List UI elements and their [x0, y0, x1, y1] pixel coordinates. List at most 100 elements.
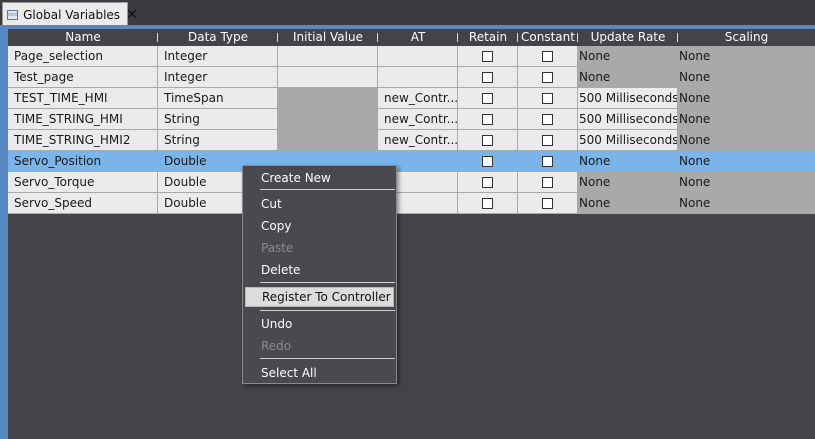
cell-name[interactable]: TIME_STRING_HMI: [8, 109, 158, 130]
retain-checkbox[interactable]: [482, 92, 493, 104]
retain-checkbox[interactable]: [482, 113, 493, 125]
constant-checkbox[interactable]: [542, 50, 553, 62]
cell-scaling[interactable]: None: [678, 46, 815, 67]
cell-data-type[interactable]: Integer: [158, 46, 278, 67]
cell-constant: [518, 193, 578, 214]
cell-data-type[interactable]: Integer: [158, 67, 278, 88]
table-row[interactable]: Servo_Speed Double None None: [8, 193, 815, 214]
column-header-data-type[interactable]: Data Type: [158, 29, 278, 46]
menu-item-redo[interactable]: Redo: [245, 336, 394, 356]
menu-item-create-new[interactable]: Create New: [245, 168, 394, 188]
table-row[interactable]: Servo_Torque Double None None: [8, 172, 815, 193]
menu-item-select-all[interactable]: Select All: [245, 363, 394, 383]
cell-initial-value[interactable]: [278, 46, 378, 67]
cell-at[interactable]: new_Contr...: [378, 88, 458, 109]
close-icon[interactable]: ✕: [126, 8, 138, 22]
table-row[interactable]: Page_selection Integer None None: [8, 46, 815, 67]
html-file-icon: html: [7, 9, 19, 20]
cell-name[interactable]: Servo_Torque: [8, 172, 158, 193]
cell-scaling[interactable]: None: [678, 151, 815, 172]
constant-checkbox[interactable]: [542, 113, 553, 125]
menu-separator: [260, 189, 395, 190]
constant-checkbox[interactable]: [542, 71, 553, 83]
cell-data-type[interactable]: TimeSpan: [158, 88, 278, 109]
column-header-name[interactable]: Name: [8, 29, 158, 46]
column-header-retain[interactable]: Retain: [458, 29, 518, 46]
cell-retain: [458, 88, 518, 109]
cell-name[interactable]: Servo_Speed: [8, 193, 158, 214]
table-row-selected[interactable]: Servo_Position Double None None: [8, 151, 815, 172]
retain-checkbox[interactable]: [482, 71, 493, 83]
cell-constant: [518, 172, 578, 193]
cell-at[interactable]: [378, 46, 458, 67]
retain-checkbox[interactable]: [482, 155, 493, 167]
cell-initial-value[interactable]: [278, 67, 378, 88]
cell-update-rate[interactable]: 500 Milliseconds: [578, 109, 678, 130]
menu-item-undo[interactable]: Undo: [245, 314, 394, 334]
cell-at[interactable]: [378, 67, 458, 88]
cell-retain: [458, 151, 518, 172]
cell-update-rate[interactable]: 500 Milliseconds: [578, 130, 678, 151]
cell-scaling[interactable]: None: [678, 109, 815, 130]
cell-initial-value[interactable]: [278, 130, 378, 151]
cell-name[interactable]: Servo_Position: [8, 151, 158, 172]
cell-constant: [518, 130, 578, 151]
cell-name[interactable]: TIME_STRING_HMI2: [8, 130, 158, 151]
document-tab-bar: html Global Variables ✕: [0, 0, 815, 26]
constant-checkbox[interactable]: [542, 92, 553, 104]
menu-separator: [260, 358, 395, 359]
retain-checkbox[interactable]: [482, 134, 493, 146]
column-header-initial-value[interactable]: Initial Value: [278, 29, 378, 46]
column-header-at[interactable]: AT: [378, 29, 458, 46]
retain-checkbox[interactable]: [482, 176, 493, 188]
table-row[interactable]: TEST_TIME_HMI TimeSpan new_Contr... 500 …: [8, 88, 815, 109]
column-header-scaling[interactable]: Scaling: [678, 29, 815, 46]
menu-item-paste[interactable]: Paste: [245, 238, 394, 258]
column-header-constant[interactable]: Constant: [518, 29, 578, 46]
cell-data-type[interactable]: String: [158, 109, 278, 130]
cell-update-rate[interactable]: None: [578, 46, 678, 67]
cell-scaling[interactable]: None: [678, 88, 815, 109]
constant-checkbox[interactable]: [542, 155, 553, 167]
cell-retain: [458, 130, 518, 151]
constant-checkbox[interactable]: [542, 176, 553, 188]
column-header-update-rate[interactable]: Update Rate: [578, 29, 678, 46]
cell-update-rate[interactable]: None: [578, 172, 678, 193]
tab-global-variables[interactable]: html Global Variables ✕: [2, 2, 138, 26]
cell-update-rate[interactable]: None: [578, 67, 678, 88]
cell-constant: [518, 88, 578, 109]
cell-constant: [518, 67, 578, 88]
cell-retain: [458, 109, 518, 130]
menu-item-copy[interactable]: Copy: [245, 216, 394, 236]
cell-update-rate[interactable]: None: [578, 151, 678, 172]
table-row[interactable]: Test_page Integer None None: [8, 67, 815, 88]
retain-checkbox[interactable]: [482, 197, 493, 209]
menu-item-cut[interactable]: Cut: [245, 194, 394, 214]
cell-initial-value[interactable]: [278, 88, 378, 109]
cell-at[interactable]: new_Contr...: [378, 130, 458, 151]
retain-checkbox[interactable]: [482, 50, 493, 62]
constant-checkbox[interactable]: [542, 134, 553, 146]
cell-constant: [518, 109, 578, 130]
cell-scaling[interactable]: None: [678, 193, 815, 214]
cell-at[interactable]: new_Contr...: [378, 109, 458, 130]
cell-name[interactable]: TEST_TIME_HMI: [8, 88, 158, 109]
cell-initial-value[interactable]: [278, 109, 378, 130]
cell-scaling[interactable]: None: [678, 67, 815, 88]
cell-data-type[interactable]: String: [158, 130, 278, 151]
cell-scaling[interactable]: None: [678, 130, 815, 151]
table-row[interactable]: TIME_STRING_HMI String new_Contr... 500 …: [8, 109, 815, 130]
menu-separator: [260, 282, 395, 283]
grid-header: Name Data Type Initial Value AT Retain C…: [8, 29, 815, 46]
cell-update-rate[interactable]: None: [578, 193, 678, 214]
cell-constant: [518, 151, 578, 172]
context-menu: Create New Cut Copy Paste Delete Registe…: [242, 165, 397, 384]
menu-item-delete[interactable]: Delete: [245, 260, 394, 280]
table-row[interactable]: TIME_STRING_HMI2 String new_Contr... 500…: [8, 130, 815, 151]
cell-scaling[interactable]: None: [678, 172, 815, 193]
cell-name[interactable]: Test_page: [8, 67, 158, 88]
cell-name[interactable]: Page_selection: [8, 46, 158, 67]
constant-checkbox[interactable]: [542, 197, 553, 209]
menu-item-register-to-controller[interactable]: Register To Controller: [245, 287, 394, 307]
cell-update-rate[interactable]: 500 Milliseconds: [578, 88, 678, 109]
